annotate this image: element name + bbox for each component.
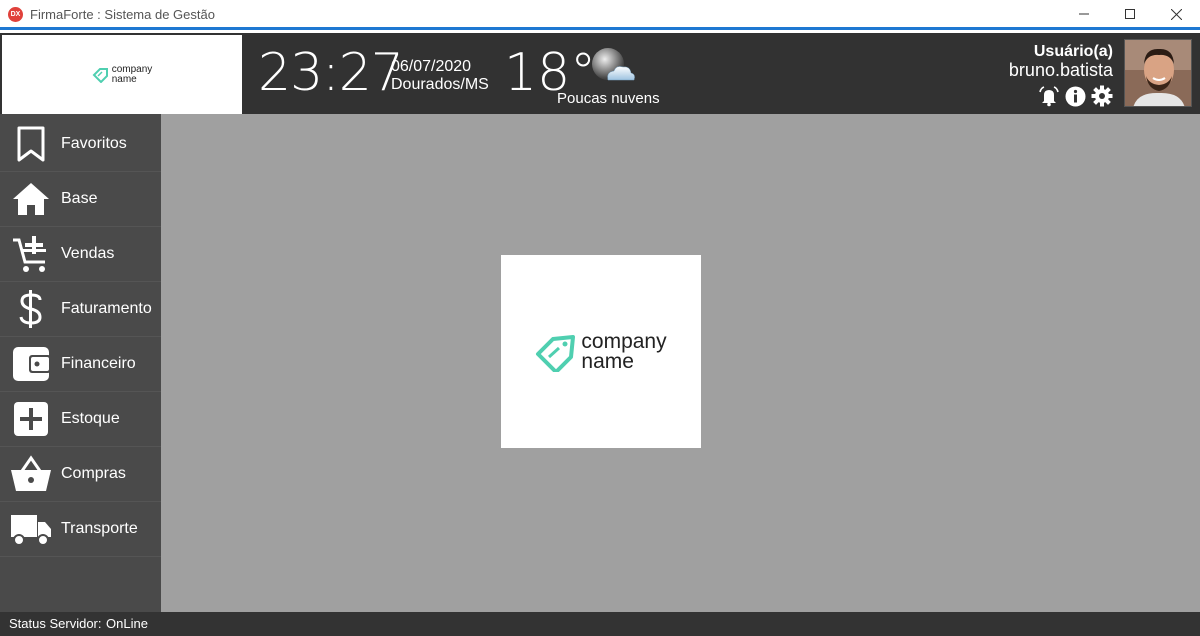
close-button[interactable] bbox=[1153, 0, 1199, 28]
tag-logo-icon bbox=[536, 334, 576, 372]
partly-cloudy-night-icon bbox=[592, 48, 635, 81]
clock-time: 23:27 bbox=[258, 43, 404, 103]
user-name[interactable]: bruno.batista bbox=[1009, 60, 1113, 81]
header-logo-line2: name bbox=[111, 73, 137, 85]
center-logo-line2: name bbox=[581, 349, 634, 373]
main-content: company name bbox=[161, 114, 1200, 612]
maximize-icon bbox=[1125, 9, 1135, 19]
minimize-icon bbox=[1079, 13, 1089, 15]
city-text: Dourados/MS bbox=[391, 76, 489, 93]
plus-box-icon bbox=[10, 398, 52, 440]
company-logo: company name bbox=[501, 255, 701, 448]
sidebar-item-favoritos[interactable]: Favoritos bbox=[0, 117, 161, 172]
sidebar-item-compras[interactable]: Compras bbox=[0, 447, 161, 502]
wallet-icon bbox=[10, 343, 52, 385]
alarm-button[interactable] bbox=[1038, 85, 1060, 107]
app-icon: DX bbox=[8, 7, 23, 22]
sidebar-menu: Favoritos Base Vendas Faturamento Financ… bbox=[0, 114, 161, 612]
sidebar-item-estoque[interactable]: Estoque bbox=[0, 392, 161, 447]
avatar-photo bbox=[1125, 40, 1191, 106]
sidebar-item-label: Compras bbox=[61, 465, 126, 482]
sidebar-item-label: Base bbox=[61, 190, 98, 207]
header-logo[interactable]: company name bbox=[2, 35, 242, 114]
minimize-button[interactable] bbox=[1061, 0, 1107, 28]
window-title: FirmaForte : Sistema de Gestão bbox=[30, 7, 215, 22]
basket-icon bbox=[10, 453, 52, 495]
alarm-icon bbox=[1039, 86, 1059, 107]
center-logo-line1: company bbox=[581, 329, 667, 353]
sidebar-item-label: Favoritos bbox=[61, 135, 127, 152]
date-text: 06/07/2020 bbox=[391, 58, 472, 75]
sidebar-item-base[interactable]: Base bbox=[0, 172, 161, 227]
app-header: company name 23:27 06/07/2020 Dourados/M… bbox=[0, 33, 1200, 114]
sidebar-item-transporte[interactable]: Transporte bbox=[0, 502, 161, 557]
truck-icon bbox=[10, 508, 52, 550]
sidebar-item-label: Transporte bbox=[61, 520, 138, 537]
tag-logo-icon bbox=[92, 67, 108, 83]
info-button[interactable] bbox=[1064, 85, 1086, 107]
sidebar-item-label: Vendas bbox=[61, 245, 115, 262]
bookmark-icon bbox=[10, 123, 52, 165]
sidebar-item-faturamento[interactable]: Faturamento bbox=[0, 282, 161, 337]
sidebar-item-label: Faturamento bbox=[61, 300, 152, 317]
settings-button[interactable] bbox=[1091, 85, 1113, 107]
home-icon bbox=[10, 178, 52, 220]
maximize-button[interactable] bbox=[1107, 0, 1153, 28]
server-status-label: Status Servidor: bbox=[9, 616, 102, 631]
sidebar-item-label: Financeiro bbox=[61, 355, 136, 372]
user-avatar[interactable] bbox=[1124, 39, 1192, 107]
sidebar-item-vendas[interactable]: Vendas bbox=[0, 227, 161, 282]
user-label: Usuário(a) bbox=[1033, 43, 1113, 60]
server-status-value: OnLine bbox=[106, 616, 148, 631]
sidebar-item-financeiro[interactable]: Financeiro bbox=[0, 337, 161, 392]
status-bar: Status Servidor: OnLine bbox=[0, 612, 1200, 636]
settings-icon bbox=[1091, 85, 1113, 107]
weather-description: Poucas nuvens bbox=[557, 90, 660, 107]
cart-add-icon bbox=[10, 233, 52, 275]
window-titlebar: DX FirmaForte : Sistema de Gestão bbox=[0, 0, 1200, 30]
sidebar-item-label: Estoque bbox=[61, 410, 120, 427]
close-icon bbox=[1170, 8, 1182, 20]
dollar-icon bbox=[10, 288, 52, 330]
info-icon bbox=[1065, 86, 1085, 106]
